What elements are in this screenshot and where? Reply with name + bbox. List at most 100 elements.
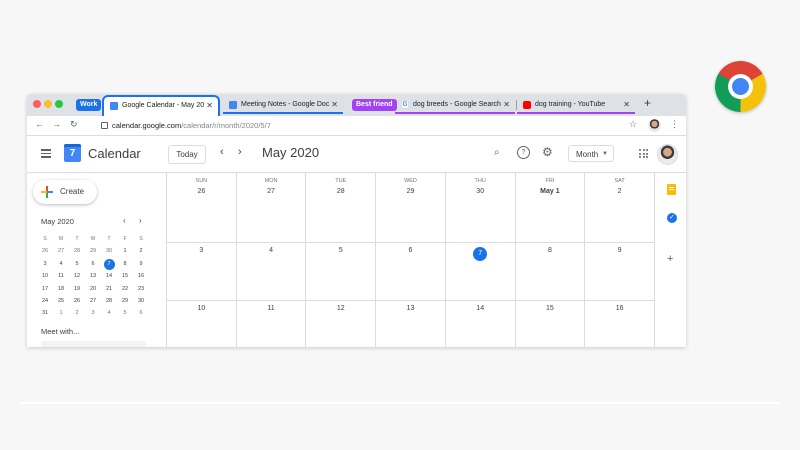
mini-day[interactable]: 30 — [101, 245, 117, 257]
mini-day[interactable]: 5 — [69, 258, 85, 270]
day-cell[interactable]: 6 — [376, 242, 446, 300]
help-icon[interactable]: ? — [517, 146, 530, 159]
tasks-icon[interactable]: ✓ — [667, 213, 677, 223]
mini-day[interactable]: 11 — [53, 270, 69, 282]
mini-day[interactable]: 3 — [85, 307, 101, 319]
main-menu-icon[interactable] — [41, 149, 51, 158]
day-cell[interactable]: 14 — [446, 300, 516, 347]
mini-day[interactable]: 2 — [133, 245, 149, 257]
new-tab-button[interactable]: + — [644, 96, 651, 110]
profile-avatar[interactable] — [648, 119, 661, 132]
mini-day[interactable]: 27 — [85, 295, 101, 307]
add-on-plus-icon[interactable]: + — [667, 253, 673, 265]
day-number[interactable]: 8 — [516, 247, 585, 254]
address-bar[interactable]: calendar.google.com/calendar/r/month/202… — [101, 119, 631, 132]
day-cell[interactable]: FRI May 1 — [516, 173, 586, 242]
reload-icon[interactable]: ↻ — [70, 119, 78, 130]
mini-day[interactable]: 24 — [37, 295, 53, 307]
tab-meeting-notes[interactable]: Meeting Notes - Google Docs ✕ — [223, 96, 343, 114]
day-number[interactable]: 15 — [516, 305, 585, 312]
mini-day[interactable]: 18 — [53, 283, 69, 295]
today-button[interactable]: Today — [168, 145, 206, 164]
day-cell[interactable]: 11 — [237, 300, 307, 347]
day-cell[interactable]: 5 — [306, 242, 377, 300]
close-tab-icon[interactable]: ✕ — [206, 97, 213, 115]
create-button[interactable]: Create — [33, 180, 97, 204]
mini-day[interactable]: 12 — [69, 270, 85, 282]
day-cell[interactable]: 7 — [446, 242, 516, 300]
day-number[interactable]: 28 — [306, 188, 375, 195]
day-number[interactable]: May 1 — [516, 188, 585, 195]
forward-arrow-icon[interactable]: → — [52, 119, 61, 129]
bookmark-star-icon[interactable]: ☆ — [629, 119, 637, 130]
day-cell[interactable]: 9 — [585, 242, 655, 300]
day-cell[interactable]: WED 29 — [376, 173, 446, 242]
mini-day[interactable]: 16 — [133, 270, 149, 282]
day-number[interactable]: 4 — [237, 247, 306, 254]
day-cell[interactable]: MON 27 — [237, 173, 307, 242]
day-cell[interactable]: 10 — [167, 300, 237, 347]
day-cell[interactable]: SAT 2 — [585, 173, 655, 242]
mini-day[interactable]: 8 — [117, 258, 133, 270]
mini-day[interactable]: 4 — [101, 307, 117, 319]
day-number[interactable]: 12 — [306, 305, 375, 312]
day-cell[interactable]: 13 — [376, 300, 446, 347]
view-selector[interactable]: Month ▼ — [568, 145, 614, 162]
day-number[interactable]: 16 — [585, 305, 654, 312]
tab-dog-breeds[interactable]: G dog breeds - Google Search ✕ — [395, 96, 515, 114]
mini-day[interactable]: 9 — [133, 258, 149, 270]
day-number[interactable]: 13 — [376, 305, 445, 312]
mini-day[interactable]: 29 — [117, 295, 133, 307]
mini-day[interactable]: 21 — [101, 283, 117, 295]
day-cell[interactable]: 16 — [585, 300, 655, 347]
day-cell[interactable]: 4 — [237, 242, 307, 300]
search-icon[interactable]: ⌕ — [494, 147, 500, 158]
day-cell[interactable]: 12 — [306, 300, 377, 347]
mini-day[interactable]: 4 — [53, 258, 69, 270]
mini-day[interactable]: 23 — [133, 283, 149, 295]
day-cell[interactable]: 15 — [516, 300, 586, 347]
day-number[interactable]: 29 — [376, 188, 445, 195]
mini-day[interactable]: 26 — [37, 245, 53, 257]
mini-day[interactable]: 15 — [117, 270, 133, 282]
day-number[interactable]: 10 — [167, 305, 236, 312]
mini-day[interactable]: 1 — [53, 307, 69, 319]
day-number[interactable]: 3 — [167, 247, 236, 254]
minimize-window-button[interactable] — [44, 100, 52, 108]
day-number[interactable]: 27 — [237, 188, 306, 195]
mini-day[interactable]: 25 — [53, 295, 69, 307]
day-number[interactable]: 5 — [306, 247, 375, 254]
day-cell[interactable]: SUN 26 — [167, 173, 237, 242]
mini-previous-icon[interactable]: ‹ — [123, 216, 126, 225]
day-cell[interactable]: 8 — [516, 242, 586, 300]
mini-day[interactable]: 6 — [133, 307, 149, 319]
tab-google-calendar[interactable]: Google Calendar - May 2020 ✕ — [102, 95, 220, 116]
meet-search-input[interactable] — [41, 341, 146, 347]
mini-day[interactable]: 17 — [37, 283, 53, 295]
mini-day[interactable]: 7 — [101, 258, 117, 270]
tab-group-best-friend[interactable]: Best friend — [352, 99, 397, 111]
tab-group-work[interactable]: Work — [76, 99, 102, 111]
mini-day[interactable]: 29 — [85, 245, 101, 257]
mini-next-icon[interactable]: › — [139, 216, 142, 225]
google-apps-icon[interactable] — [639, 149, 648, 158]
mini-day[interactable]: 1 — [117, 245, 133, 257]
day-number[interactable]: 30 — [446, 188, 515, 195]
mini-day[interactable]: 28 — [69, 245, 85, 257]
previous-month-icon[interactable]: ‹ — [220, 146, 224, 158]
mini-day[interactable]: 22 — [117, 283, 133, 295]
keep-icon[interactable] — [667, 184, 676, 195]
mini-day[interactable]: 14 — [101, 270, 117, 282]
day-number[interactable]: 9 — [585, 247, 654, 254]
mini-day[interactable]: 10 — [37, 270, 53, 282]
mini-day[interactable]: 5 — [117, 307, 133, 319]
mini-day[interactable]: 30 — [133, 295, 149, 307]
account-avatar[interactable] — [657, 144, 678, 165]
day-number[interactable]: 6 — [376, 247, 445, 254]
mini-day[interactable]: 20 — [85, 283, 101, 295]
day-number[interactable]: 14 — [446, 305, 515, 312]
back-arrow-icon[interactable]: ← — [35, 119, 44, 129]
tab-dog-training[interactable]: dog training - YouTube ✕ — [517, 96, 635, 114]
mini-day[interactable]: 31 — [37, 307, 53, 319]
mini-day[interactable]: 13 — [85, 270, 101, 282]
